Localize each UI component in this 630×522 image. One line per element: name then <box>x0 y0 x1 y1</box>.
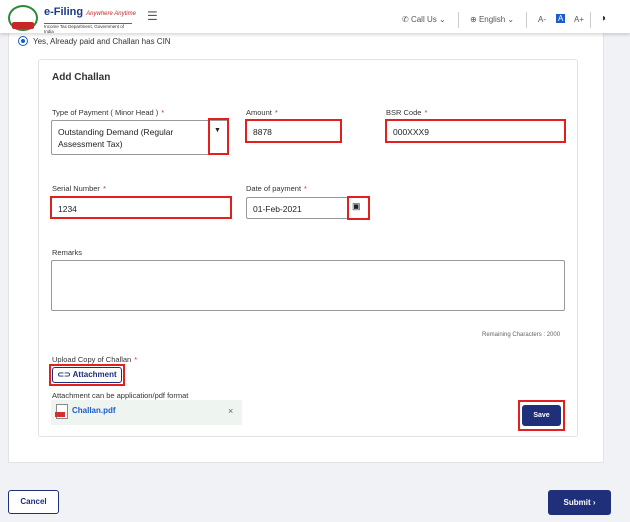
serial-label: Serial Number * <box>52 184 106 193</box>
call-us-label: Call Us <box>410 15 437 24</box>
header: e-Filing Anywhere Anytime Income Tax Dep… <box>0 0 630 34</box>
format-hint: Attachment can be application/pdf format <box>52 391 189 400</box>
brand-name: e-Filing <box>44 6 84 18</box>
bsr-label: BSR Code * <box>386 108 428 117</box>
upload-label: Upload Copy of Challan * <box>52 355 138 364</box>
remove-file-icon[interactable]: × <box>228 406 233 416</box>
remarks-label: Remarks <box>52 248 83 257</box>
uploaded-file: Challan.pdf × <box>51 400 242 425</box>
emblem-logo <box>8 5 38 31</box>
dropdown-arrow-icon[interactable]: ▼ <box>214 127 221 134</box>
language-label: English <box>478 15 506 24</box>
date-label: Date of payment * <box>246 184 307 193</box>
remaining-characters: Remaining Characters : 2000 <box>482 332 561 338</box>
panel-title: Add Challan <box>52 72 111 83</box>
pdf-icon <box>55 404 68 419</box>
cancel-button[interactable]: Cancel <box>8 490 59 514</box>
tagline: Anywhere Anytime <box>86 11 136 17</box>
menu-icon[interactable]: ☰ <box>147 9 158 23</box>
font-decrease-button[interactable]: A- <box>538 15 546 24</box>
paid-radio[interactable] <box>18 36 28 46</box>
brand[interactable]: e-Filing Anywhere Anytime <box>44 6 136 18</box>
calendar-icon[interactable]: ▣ <box>352 201 361 212</box>
language-select[interactable]: ⊕ English ⌄ <box>470 15 514 24</box>
paid-radio-label: Yes, Already paid and Challan has CIN <box>33 37 171 46</box>
font-increase-button[interactable]: A+ <box>574 15 584 24</box>
payment-type-select[interactable]: Outstanding Demand (Regular Assessment T… <box>51 120 229 155</box>
remarks-textarea[interactable] <box>51 260 565 311</box>
contrast-icon[interactable]: ◑ <box>600 13 606 24</box>
call-us-menu[interactable]: ✆ Call Us ⌄ <box>402 15 446 24</box>
save-button[interactable]: Save <box>522 405 561 426</box>
font-normal-button[interactable]: A <box>556 14 566 23</box>
file-name-link[interactable]: Challan.pdf <box>72 406 116 415</box>
type-label: Type of Payment ( Minor Head ) * <box>52 108 165 117</box>
submit-button[interactable]: Submit › <box>548 490 611 515</box>
amount-label: Amount * <box>246 108 278 117</box>
brand-subtitle: Income Tax Department, Government of Ind… <box>44 23 132 34</box>
